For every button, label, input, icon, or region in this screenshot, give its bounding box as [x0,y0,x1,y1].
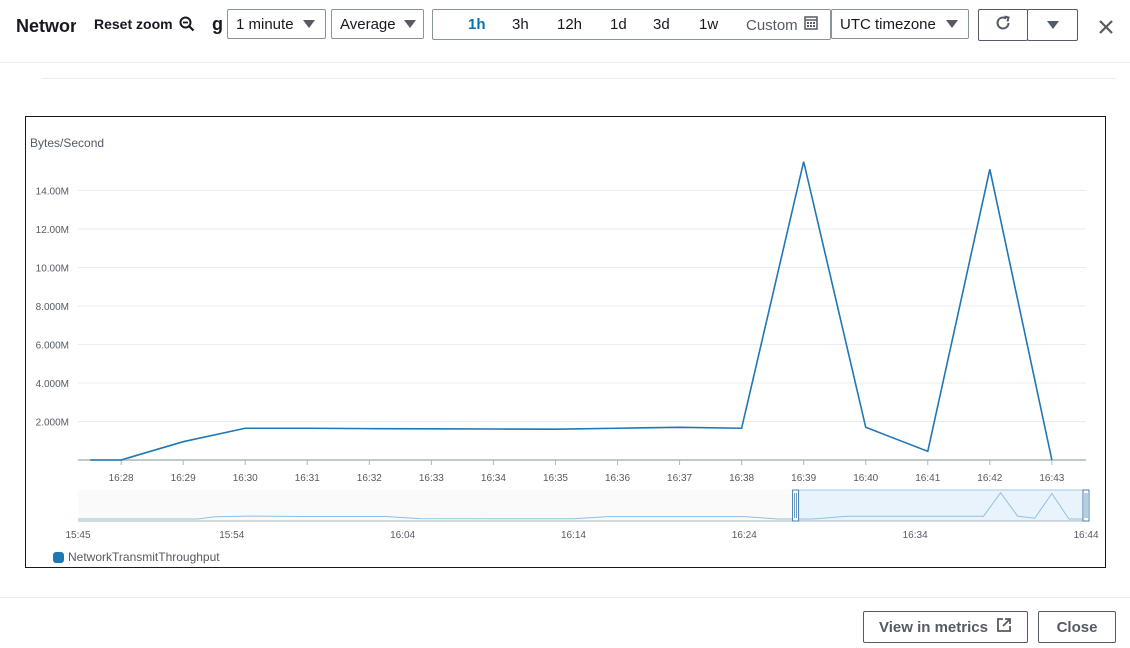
view-in-metrics-label: View in metrics [879,618,988,636]
x-tick-label: 16:29 [171,473,196,484]
series-line [90,161,1053,461]
y-tick-label: 14.00M [36,187,69,198]
navigator-tick-label: 16:34 [903,530,928,541]
navigator-handle [1082,489,1090,522]
navigator-tick-label: 16:24 [732,530,757,541]
range-1h[interactable]: 1h [468,16,486,33]
range-3d[interactable]: 3d [653,16,670,33]
y-tick-label: 8.000M [36,302,69,313]
navigator-handle [792,489,800,522]
period-select-value: 1 minute [236,15,294,33]
header-divider [0,62,1130,63]
time-range-selector: 1h 3h 12h 1d 3d 1w Custom [432,9,831,40]
x-tick-label: 16:33 [419,473,444,484]
x-tick-label: 16:28 [109,473,134,484]
x-tick-label: 16:32 [357,473,382,484]
x-tick-label: 16:35 [543,473,568,484]
y-axis-label: Bytes/Second [30,136,104,150]
x-tick-label: 16:42 [977,473,1002,484]
caret-down-icon [303,20,315,28]
x-tick-label: 16:39 [791,473,816,484]
range-3h[interactable]: 3h [512,16,529,33]
more-options-button[interactable] [1027,9,1078,41]
navigator-tick-label: 16:14 [561,530,586,541]
metric-chart[interactable]: Bytes/Second 2.000M 4.000M 6.000M 8.000M 10.0… [25,116,1106,568]
x-tick-label: 16:38 [729,473,754,484]
close-button[interactable]: Close [1038,611,1116,643]
modal-title: Network Transmit Throughput [16,16,76,36]
reset-zoom-button[interactable]: Reset zoom [86,8,203,40]
caret-down-icon [946,20,958,28]
timezone-select-value: UTC timezone [840,15,936,33]
x-tick-label: 16:41 [915,473,940,484]
range-custom[interactable]: Custom [746,16,818,34]
view-in-metrics-button[interactable]: View in metrics [863,611,1028,643]
range-1d[interactable]: 1d [610,16,627,33]
x-tick-label: 16:30 [233,473,258,484]
range-12h[interactable]: 12h [557,16,582,33]
close-icon[interactable] [1096,17,1116,42]
x-tick-label: 16:43 [1039,473,1064,484]
x-tick-label: 16:40 [853,473,878,484]
period-select[interactable]: 1 minute [227,9,326,39]
navigator-tick-label: 16:44 [1073,530,1098,541]
y-tick-label: 10.00M [36,264,69,275]
zoom-out-icon [179,16,195,32]
caret-down-icon [1046,21,1059,29]
navigator-tick-label: 15:45 [65,530,90,541]
caret-down-icon [403,20,416,28]
statistic-select[interactable]: Average [331,9,424,39]
x-tick-label: 16:37 [667,473,692,484]
legend-label: NetworkTransmitThroughput [68,550,220,564]
refresh-button[interactable] [978,9,1028,41]
y-tick-label: 6.000M [36,341,69,352]
refresh-icon [994,14,1012,37]
timezone-select[interactable]: UTC timezone [831,9,969,39]
statistic-select-value: Average [340,15,396,33]
x-tick-label: 16:34 [481,473,506,484]
close-button-label: Close [1056,618,1098,636]
x-tick-label: 16:36 [605,473,630,484]
x-tick-label: 16:31 [295,473,320,484]
chart-canvas[interactable]: Bytes/Second 2.000M 4.000M 6.000M 8.000M 10.0… [26,117,1105,567]
y-tick-label: 2.000M [36,418,69,429]
legend-swatch [53,551,64,563]
modal-title-overflow: g [212,14,223,34]
external-link-icon [996,617,1012,637]
navigator-tick-label: 15:54 [219,530,244,541]
y-tick-label: 12.00M [36,225,69,236]
y-tick-label: 4.000M [36,379,69,390]
navigator-tick-label: 16:04 [390,530,415,541]
calendar-icon [803,16,818,34]
reset-zoom-label: Reset zoom [94,16,173,32]
chart-legend[interactable]: NetworkTransmitThroughput [53,550,220,564]
content-divider [42,78,1116,79]
range-1w[interactable]: 1w [699,16,718,33]
range-custom-label: Custom [746,16,798,34]
footer-divider [0,597,1130,598]
